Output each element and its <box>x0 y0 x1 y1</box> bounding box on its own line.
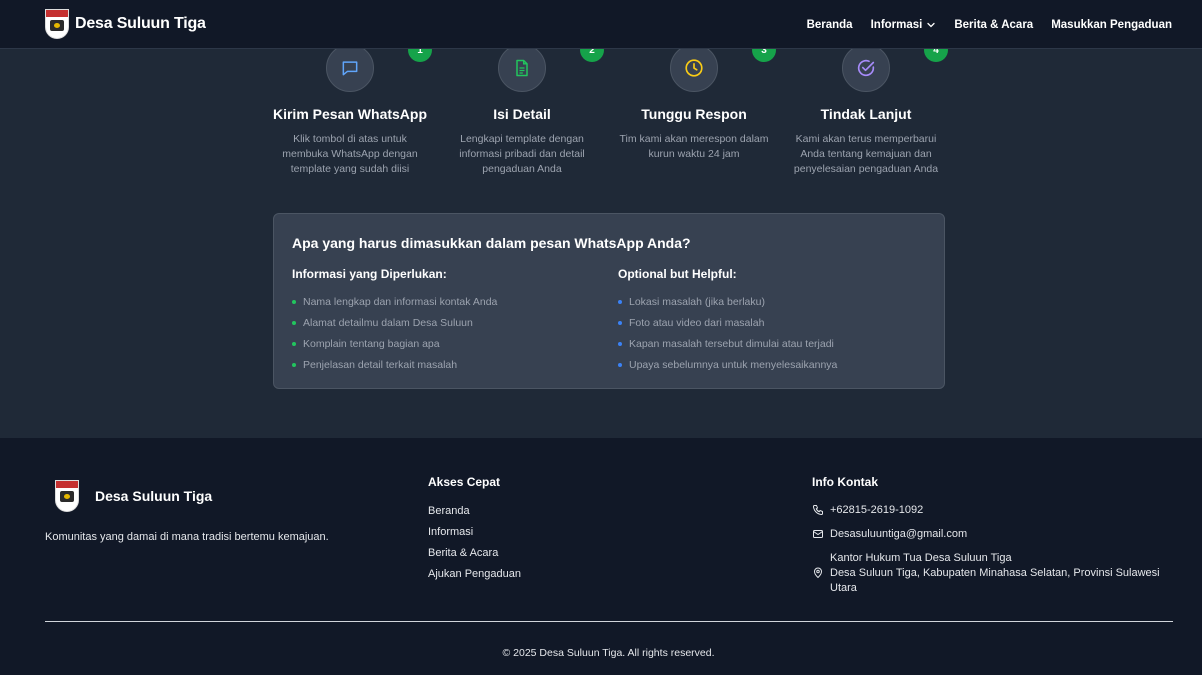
contact-email-text: Desasuluuntiga@gmail.com <box>830 528 968 540</box>
contact-phone-text: +62815-2619-1092 <box>830 504 924 516</box>
list-item-text: Alamat detailmu dalam Desa Suluun <box>303 316 473 329</box>
footer-link-informasi[interactable]: Informasi <box>428 525 521 546</box>
footer-link-berita-acara[interactable]: Berita & Acara <box>428 546 521 567</box>
guidelines-title: Apa yang harus dimasukkan dalam pesan Wh… <box>292 235 691 251</box>
contact-phone[interactable]: +62815-2619-1092 <box>812 503 923 518</box>
list-item: Komplain tentang bagian apa <box>292 333 602 354</box>
mail-icon <box>813 530 823 538</box>
village-emblem-logo <box>55 480 79 512</box>
step-description: Klik tombol di atas untuk membuka WhatsA… <box>282 133 418 175</box>
brand-home-link[interactable]: Desa Suluun Tiga <box>45 9 206 39</box>
required-info-list: Nama lengkap dan informasi kontak Anda A… <box>292 291 602 375</box>
main-nav: Beranda Informasi Berita & Acara Masukka… <box>789 0 1172 49</box>
nav-link-informasi-label: Informasi <box>870 18 923 31</box>
top-navbar: Desa Suluun Tiga Beranda Informasi Berit… <box>0 0 1202 49</box>
contact-address-text: Kantor Hukum Tua Desa Suluun Tiga Desa S… <box>830 551 1175 596</box>
chevron-down-icon <box>927 22 936 27</box>
list-item: Foto atau video dari masalah <box>618 312 928 333</box>
copyright-text: © 2025 Desa Suluun Tiga. All rights rese… <box>502 647 715 659</box>
map-pin-icon <box>813 567 823 579</box>
required-info-column: Informasi yang Diperlukan: Nama lengkap … <box>292 267 602 375</box>
nav-link-beranda[interactable]: Beranda <box>807 19 853 31</box>
phone-icon <box>813 505 823 515</box>
bullet-dot <box>292 320 296 325</box>
footer-link-beranda[interactable]: Beranda <box>428 504 521 525</box>
optional-info-list: Lokasi masalah (jika berlaku) Foto atau … <box>618 291 928 375</box>
list-item: Alamat detailmu dalam Desa Suluun <box>292 312 602 333</box>
step-title: Tindak Lanjut <box>820 106 912 122</box>
optional-info-column: Optional but Helpful: Lokasi masalah (ji… <box>618 267 928 375</box>
bullet-dot <box>292 362 296 367</box>
contact-address: Kantor Hukum Tua Desa Suluun Tiga Desa S… <box>812 551 1175 596</box>
site-footer: Desa Suluun Tiga Komunitas yang damai di… <box>0 438 1202 675</box>
list-item-text: Upaya sebelumnya untuk menyelesaikannya <box>629 358 838 371</box>
bullet-dot <box>292 299 296 304</box>
step-description: Kami akan terus memperbarui Anda tentang… <box>793 133 939 175</box>
list-item-text: Nama lengkap dan informasi kontak Anda <box>303 295 498 308</box>
step-icon-circle <box>326 44 374 92</box>
bullet-dot <box>618 362 622 367</box>
optional-info-heading: Optional but Helpful: <box>618 267 737 281</box>
step-title: Tunggu Respon <box>641 106 747 122</box>
nav-link-informasi[interactable]: Informasi <box>871 19 937 31</box>
list-item: Kapan masalah tersebut dimulai atau terj… <box>618 333 928 354</box>
document-icon <box>516 59 528 77</box>
contact-email[interactable]: Desasuluuntiga@gmail.com <box>812 527 967 542</box>
message-guidelines-box: Apa yang harus dimasukkan dalam pesan Wh… <box>273 213 945 389</box>
bullet-dot <box>292 341 296 346</box>
bullet-dot <box>618 320 622 325</box>
quick-links-heading: Akses Cepat <box>428 475 501 489</box>
village-emblem-logo <box>45 9 69 39</box>
bullet-dot <box>618 299 622 304</box>
list-item: Nama lengkap dan informasi kontak Anda <box>292 291 602 312</box>
nav-link-berita-acara[interactable]: Berita & Acara <box>954 19 1033 31</box>
footer-tagline: Komunitas yang damai di mana tradisi ber… <box>45 531 329 543</box>
footer-link-ajukan-pengaduan[interactable]: Ajukan Pengaduan <box>428 567 521 588</box>
step-description: Lengkapi template dengan informasi priba… <box>459 133 585 175</box>
list-item: Upaya sebelumnya untuk menyelesaikannya <box>618 354 928 375</box>
quick-links-list: Beranda Informasi Berita & Acara Ajukan … <box>428 504 521 588</box>
step-icon-circle <box>498 44 546 92</box>
footer-divider <box>45 621 1173 622</box>
step-title: Isi Detail <box>493 106 551 122</box>
bullet-dot <box>618 341 622 346</box>
step-description: Tim kami akan merespon dalam kurun waktu… <box>619 133 769 160</box>
step-icon-circle <box>842 44 890 92</box>
list-item-text: Komplain tentang bagian apa <box>303 337 440 350</box>
check-circle-icon <box>857 59 875 77</box>
list-item-text: Lokasi masalah (jika berlaku) <box>629 295 765 308</box>
list-item-text: Penjelasan detail terkait masalah <box>303 358 458 371</box>
step-icon-circle <box>670 44 718 92</box>
step-title: Kirim Pesan WhatsApp <box>272 106 428 122</box>
required-info-heading: Informasi yang Diperlukan: <box>292 267 447 281</box>
address-line-2: Desa Suluun Tiga, Kabupaten Minahasa Sel… <box>830 567 1160 594</box>
footer-brand-name: Desa Suluun Tiga <box>95 488 213 504</box>
footer-brand: Desa Suluun Tiga <box>55 480 212 512</box>
contact-heading: Info Kontak <box>812 475 878 489</box>
clock-icon <box>685 59 703 77</box>
list-item-text: Kapan masalah tersebut dimulai atau terj… <box>629 337 834 350</box>
list-item-text: Foto atau video dari masalah <box>629 316 765 329</box>
brand-name: Desa Suluun Tiga <box>75 15 206 32</box>
address-line-1: Kantor Hukum Tua Desa Suluun Tiga <box>830 552 1012 564</box>
list-item: Penjelasan detail terkait masalah <box>292 354 602 375</box>
nav-link-masukkan-pengaduan[interactable]: Masukkan Pengaduan <box>1051 19 1172 31</box>
chat-bubble-icon <box>342 61 358 76</box>
list-item: Lokasi masalah (jika berlaku) <box>618 291 928 312</box>
